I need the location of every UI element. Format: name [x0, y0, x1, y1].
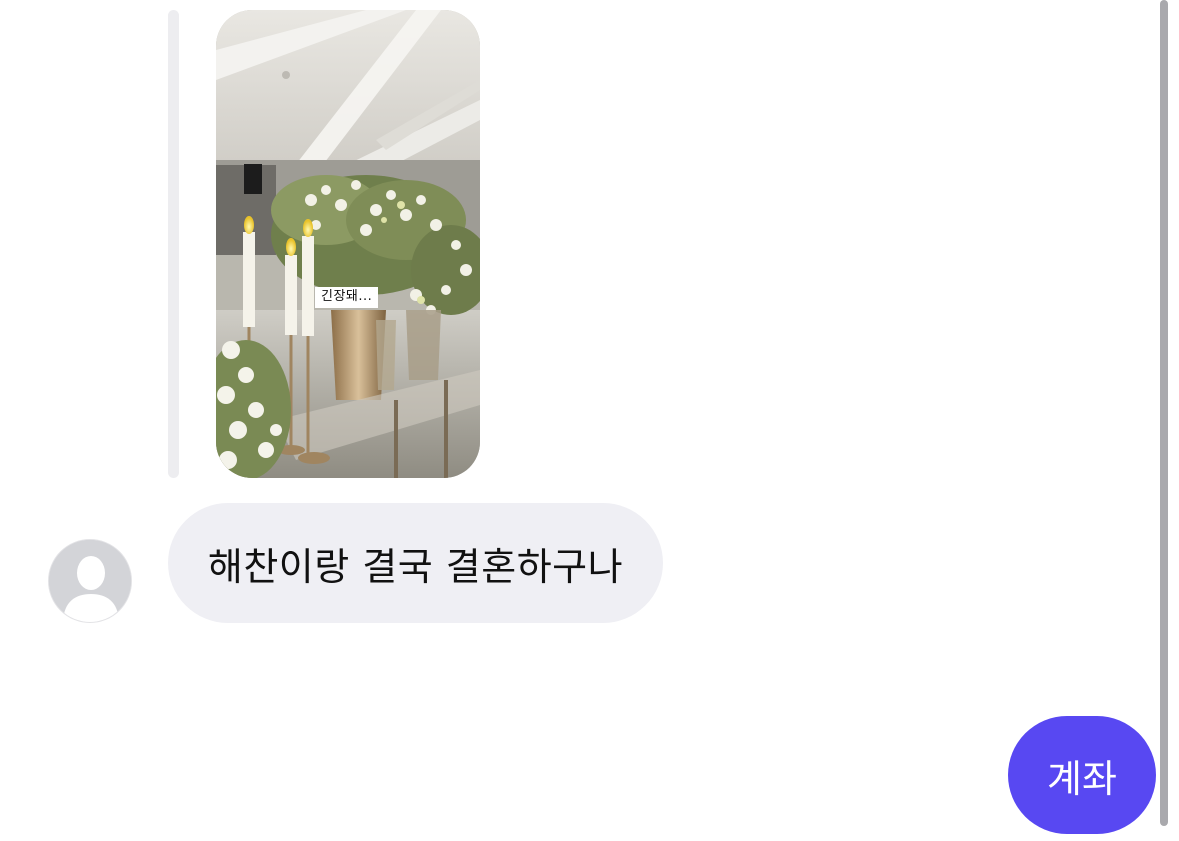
scrollbar[interactable]	[1160, 0, 1168, 826]
avatar[interactable]	[48, 539, 132, 623]
story-reply-indicator	[168, 10, 179, 478]
story-reply-preview[interactable]: 긴장돼...	[216, 10, 480, 478]
outgoing-message-bubble[interactable]: 계좌	[1008, 716, 1156, 834]
message-text: 해찬이랑 결국 결혼하구나	[207, 544, 624, 589]
message-text: 계좌	[1047, 756, 1117, 801]
story-sticker-text: 긴장돼...	[315, 287, 379, 308]
chat-thread: 긴장돼... 해찬이랑 결국 결혼하구나 계좌	[0, 0, 1179, 841]
default-user-icon	[49, 540, 131, 622]
story-photo	[216, 10, 480, 478]
incoming-message-bubble[interactable]: 해찬이랑 결국 결혼하구나	[168, 503, 663, 623]
